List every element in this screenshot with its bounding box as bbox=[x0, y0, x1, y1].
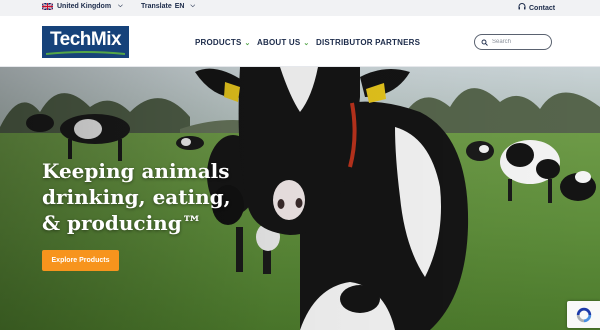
nav-item-products[interactable]: PRODUCTS ⌄ bbox=[195, 38, 251, 47]
region-selector[interactable]: United Kingdom ⌵ bbox=[42, 3, 123, 10]
headline-line-2: drinking, eating, bbox=[42, 185, 231, 209]
chevron-down-icon: ⌵ bbox=[118, 3, 123, 9]
headset-icon bbox=[518, 3, 526, 13]
search-input[interactable] bbox=[492, 39, 547, 45]
nav-item-about-us[interactable]: ABOUT US ⌄ bbox=[257, 38, 309, 47]
logo-swoosh-icon bbox=[46, 50, 125, 55]
chevron-down-icon: ⌄ bbox=[244, 39, 251, 47]
explore-products-button[interactable]: Explore Products bbox=[42, 250, 119, 271]
nav-item-distributor-partners[interactable]: DISTRIBUTOR PARTNERS bbox=[316, 38, 420, 47]
chevron-down-icon: ⌵ bbox=[190, 3, 196, 9]
headline-line-3: & producing™ bbox=[42, 211, 202, 235]
nav-label: PRODUCTS bbox=[195, 38, 242, 47]
top-utility-bar: United Kingdom ⌵ Translate EN ⌵ Contact bbox=[0, 0, 600, 16]
logo-text: TechMix bbox=[49, 28, 122, 50]
hero-headline: Keeping animals drinking, eating, & prod… bbox=[42, 158, 242, 236]
techmix-logo[interactable]: TechMix bbox=[42, 26, 129, 58]
site-header: TechMix PRODUCTS ⌄ ABOUT US ⌄ DISTRIBUTO… bbox=[0, 16, 600, 67]
search-box[interactable] bbox=[474, 34, 552, 50]
language-code: EN bbox=[174, 3, 185, 10]
translate-selector[interactable]: Translate EN ⌵ bbox=[141, 3, 195, 10]
headline-line-1: Keeping animals bbox=[42, 159, 230, 183]
chevron-down-icon: ⌄ bbox=[303, 39, 310, 47]
contact-link[interactable]: Contact bbox=[518, 3, 555, 13]
recaptcha-icon bbox=[576, 307, 591, 322]
contact-label: Contact bbox=[529, 4, 556, 12]
hero-banner: Keeping animals drinking, eating, & prod… bbox=[0, 67, 600, 330]
nav-label: ABOUT US bbox=[257, 38, 301, 47]
search-icon bbox=[481, 33, 488, 51]
translate-label: Translate bbox=[141, 3, 172, 10]
nav-label: DISTRIBUTOR PARTNERS bbox=[316, 38, 421, 47]
region-label: United Kingdom bbox=[57, 3, 112, 10]
uk-flag-icon bbox=[42, 3, 53, 10]
recaptcha-badge[interactable] bbox=[567, 301, 600, 328]
